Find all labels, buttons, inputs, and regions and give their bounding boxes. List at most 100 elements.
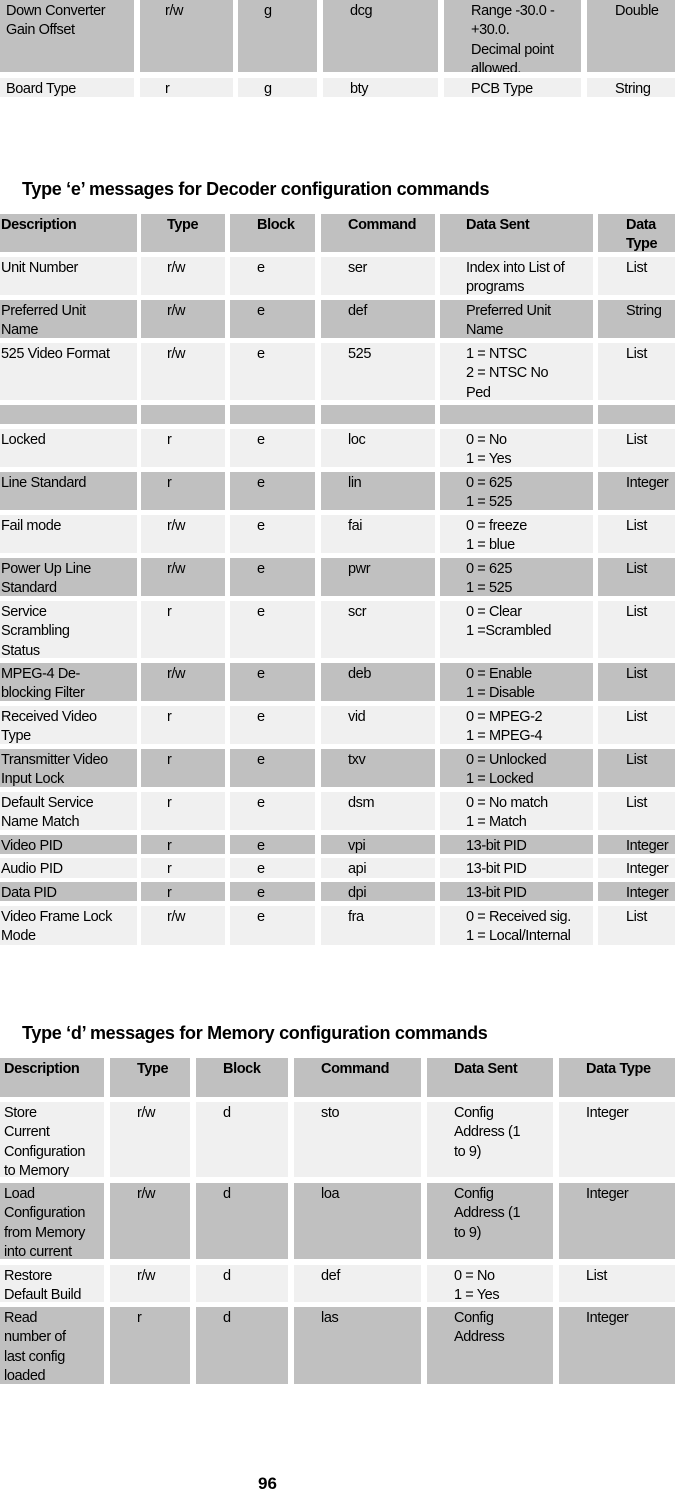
table-d-cell-type: r/w [110, 1102, 190, 1177]
table-e-cell-command: def [321, 300, 435, 338]
page-number: 96 [258, 1474, 277, 1492]
table-e-cell-data-type: List [598, 515, 675, 553]
table-e-cell-block: e [230, 663, 315, 701]
table-d-cell-command: sto [294, 1102, 421, 1177]
table-d-cell-block: d [196, 1307, 288, 1384]
section-d-heading: Type ‘d’ messages for Memory configurati… [22, 1023, 488, 1043]
table-e-cell-type: r [141, 858, 225, 878]
table-e-cell-data-type: Integer [598, 835, 675, 854]
table-e-cell-data-type: Integer [598, 858, 675, 878]
table-e-header-type: Type [141, 214, 225, 252]
table-e-cell-data-type: List [598, 257, 675, 295]
table-d-header-data-sent: Data Sent [427, 1058, 553, 1097]
table-e-cell-data-sent: 13-bit PID [440, 882, 593, 901]
table-g-cell-description: Down Converter Gain Offset [0, 0, 134, 72]
table-e-cell-command: dpi [321, 882, 435, 901]
table-d-header-data-type: Data Type [559, 1058, 675, 1097]
table-d-cell-description: Read number of last config loaded [0, 1307, 104, 1384]
table-d-cell-data-type: Integer [559, 1102, 675, 1177]
table-e-cell-block: e [230, 515, 315, 553]
table-e-cell-block: e [230, 882, 315, 901]
table-e-cell-command: scr [321, 601, 435, 658]
table-e-header-data-sent: Data Sent [440, 214, 593, 252]
table-e-cell-data-sent: 0 = No 1 = Yes [440, 429, 593, 467]
table-d-cell-type: r/w [110, 1265, 190, 1302]
table-d-cell-block: d [196, 1265, 288, 1302]
table-d-cell-type: r/w [110, 1183, 190, 1259]
table-e-cell-description: Received Video Type [0, 706, 137, 744]
table-g-cell-command: bty [323, 78, 438, 97]
table-e-cell-data-type: List [598, 706, 675, 744]
table-e-cell-command: lin [321, 472, 435, 510]
table-g-cell-command: dcg [323, 0, 438, 72]
table-e-cell-description: MPEG-4 De- blocking Filter [0, 663, 137, 701]
table-e-cell-data-type: List [598, 749, 675, 787]
table-g-cell-data-sent: PCB Type [444, 78, 581, 97]
table-g-cell-data-sent: Range -30.0 - +30.0. Decimal point allow… [444, 0, 581, 72]
table-d-cell-description: Restore Default Build [0, 1265, 104, 1302]
table-e-cell-data-type: List [598, 601, 675, 658]
table-e-cell-block: e [230, 792, 315, 830]
table-e-cell-description: Unit Number [0, 257, 137, 295]
table-d-cell-type: r [110, 1307, 190, 1384]
table-e-cell-command: 525 [321, 343, 435, 400]
table-e-cell-data-sent: 1 = NTSC 2 = NTSC No Ped [440, 343, 593, 400]
table-e-cell-data-sent: 13-bit PID [440, 858, 593, 878]
table-e-cell-block: e [230, 257, 315, 295]
table-d-cell-data-type: Integer [559, 1307, 675, 1384]
table-d-cell-description: Load Configuration from Memory into curr… [0, 1183, 104, 1259]
table-e-cell-data-type: String [598, 300, 675, 338]
table-e-cell-description: Transmitter Video Input Lock [0, 749, 137, 787]
table-e-cell-data-sent: 0 = Clear 1 =Scrambled [440, 601, 593, 658]
table-e-cell-block: e [230, 558, 315, 596]
table-e-cell-block: e [230, 835, 315, 854]
table-g-cell-data-type: Double [587, 0, 675, 72]
table-g-cell-type: r [140, 78, 233, 97]
table-g-cell-type: r/w [140, 0, 233, 72]
table-e-cell-type: r/w [141, 257, 225, 295]
table-e-header-description: Description [0, 214, 137, 252]
table-e-cell-command: fai [321, 515, 435, 553]
table-e-cell-description: Data PID [0, 882, 137, 901]
table-d-header-type: Type [110, 1058, 190, 1097]
table-e-cell-command: vid [321, 706, 435, 744]
table-e-cell-description: Preferred Unit Name [0, 300, 137, 338]
table-d-cell-data-type: Integer [559, 1183, 675, 1259]
table-e-cell-block: e [230, 472, 315, 510]
table-e-cell-description: Power Up Line Standard [0, 558, 137, 596]
table-d-cell-block: d [196, 1102, 288, 1177]
table-e-cell-data-sent: 0 = Enable 1 = Disable [440, 663, 593, 701]
table-d-cell-data-sent: Config Address (1 to 9) [427, 1102, 553, 1177]
table-e-header-block: Block [230, 214, 315, 252]
table-g-cell-description: Board Type [0, 78, 134, 97]
table-d-header-command: Command [294, 1058, 421, 1097]
table-d-cell-description: Store Current Configuration to Memory [0, 1102, 104, 1177]
table-e-cell-type: r [141, 429, 225, 467]
table-e-cell-type: r/w [141, 515, 225, 553]
table-e-cell-description [0, 405, 137, 424]
table-e-cell-command: fra [321, 906, 435, 945]
table-e-cell-block: e [230, 343, 315, 400]
table-e-cell-type: r [141, 472, 225, 510]
table-e-cell-description: Audio PID [0, 858, 137, 878]
table-e-cell-description: 525 Video Format [0, 343, 137, 400]
table-d-cell-data-sent: Config Address (1 to 9) [427, 1183, 553, 1259]
table-d-cell-command: las [294, 1307, 421, 1384]
table-d-cell-block: d [196, 1183, 288, 1259]
table-e-cell-command: txv [321, 749, 435, 787]
table-e-cell-block: e [230, 601, 315, 658]
table-e-cell-block [230, 405, 315, 424]
table-d-cell-data-type: List [559, 1265, 675, 1302]
table-e-cell-type: r/w [141, 343, 225, 400]
table-d-header-block: Block [196, 1058, 288, 1097]
table-e-cell-description: Service Scrambling Status [0, 601, 137, 658]
table-e-cell-data-sent [440, 405, 593, 424]
table-e-cell-data-sent: 0 = No match 1 = Match [440, 792, 593, 830]
table-e-cell-block: e [230, 749, 315, 787]
table-e-cell-data-sent: 0 = freeze 1 = blue [440, 515, 593, 553]
table-d-cell-command: def [294, 1265, 421, 1302]
table-e-cell-command: ser [321, 257, 435, 295]
table-e-cell-type: r/w [141, 558, 225, 596]
table-e-cell-type: r [141, 601, 225, 658]
table-e-cell-data-type: List [598, 906, 675, 945]
